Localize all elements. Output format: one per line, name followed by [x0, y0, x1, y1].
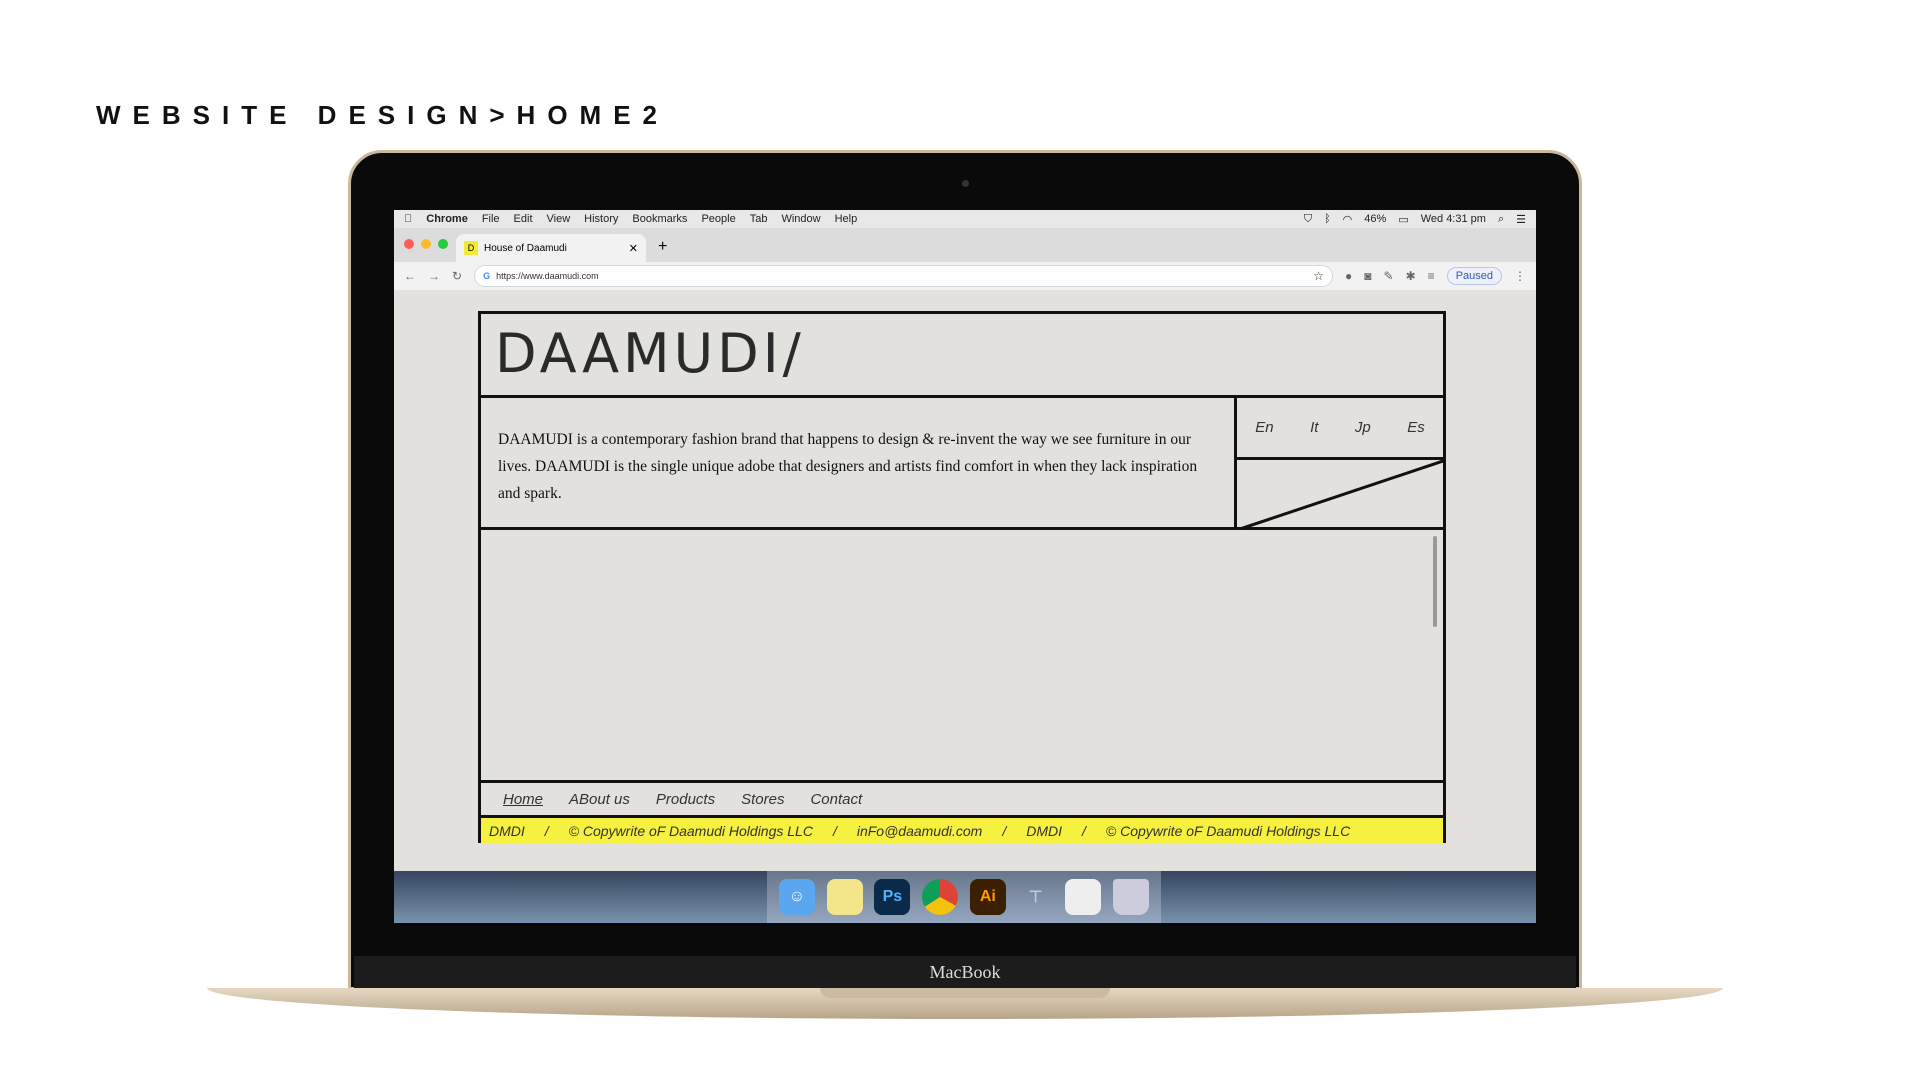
site-nav: Home ABout us Products Stores Contact [481, 783, 1443, 818]
close-tab-icon[interactable]: ✕ [629, 242, 638, 255]
url-text: https://www.daamudi.com [496, 271, 599, 281]
address-bar-row: ← → ↻ G https://www.daamudi.com ☆ ● ◙ ✎ … [394, 262, 1536, 290]
menu-tab[interactable]: Tab [750, 213, 768, 225]
reload-icon[interactable]: ↻ [452, 269, 462, 283]
footer-item: © Copywrite oF Daamudi Holdings LLC [1105, 822, 1351, 839]
shield-icon[interactable]: ⛉ [1304, 213, 1312, 226]
site-frame: DAAMUDI/ DAAMUDI is a contemporary fashi… [478, 311, 1446, 843]
battery-percent[interactable]: 46% [1364, 213, 1386, 226]
lang-en[interactable]: En [1255, 419, 1273, 436]
menu-history[interactable]: History [584, 213, 618, 225]
webpage: DAAMUDI/ DAAMUDI is a contemporary fashi… [394, 290, 1536, 871]
lang-es[interactable]: Es [1407, 419, 1425, 436]
favicon-icon: D [464, 241, 478, 255]
nav-stores[interactable]: Stores [741, 791, 784, 808]
bluetooth-icon[interactable]: ᛒ [1324, 213, 1331, 226]
brand-description: DAAMUDI is a contemporary fashion brand … [498, 431, 1198, 502]
bookmark-star-icon[interactable]: ☆ [1313, 269, 1324, 283]
footer-item: DMDI [489, 822, 525, 839]
apple-icon[interactable]:  [404, 213, 412, 225]
back-icon[interactable]: ← [404, 269, 416, 283]
menu-chrome[interactable]: Chrome [426, 213, 468, 225]
minimize-window-button[interactable] [421, 239, 431, 249]
nav-products[interactable]: Products [656, 791, 715, 808]
trash-icon[interactable] [1113, 879, 1150, 915]
menu-file[interactable]: File [482, 213, 500, 225]
menu-window[interactable]: Window [781, 213, 820, 225]
clock[interactable]: Wed 4:31 pm [1421, 213, 1486, 226]
puzzle-icon[interactable]: ✱ [1406, 269, 1416, 283]
menu-people[interactable]: People [701, 213, 735, 225]
chrome-icon[interactable] [922, 879, 959, 915]
camera [962, 180, 969, 187]
nav-about[interactable]: ABout us [569, 791, 630, 808]
footer-item: © Copywrite oF Daamudi Holdings LLC [568, 822, 813, 839]
photoshop-icon[interactable]: Ps [874, 879, 911, 915]
footer-item: DMDI [1026, 822, 1063, 839]
extension-icon[interactable]: ● [1345, 269, 1352, 283]
stickies-icon[interactable] [826, 879, 863, 915]
battery-icon: ▭ [1398, 213, 1409, 226]
nav-home[interactable]: Home [503, 791, 543, 808]
footer-separator: / [1002, 822, 1007, 839]
language-switcher: En It Jp Es [1237, 398, 1443, 460]
list-icon[interactable]: ☰ [1516, 213, 1526, 226]
maximize-window-button[interactable] [438, 239, 448, 249]
illustrator-icon[interactable]: Ai [969, 879, 1006, 915]
content-area [481, 530, 1443, 783]
wifi-icon[interactable]: ◠ [1343, 213, 1353, 226]
nav-contact[interactable]: Contact [810, 791, 862, 808]
tab-title: House of Daamudi [484, 242, 567, 254]
finder-icon[interactable]: ☺ [778, 879, 815, 915]
laptop-notch [820, 988, 1110, 998]
mac-menubar:  Chrome File Edit View History Bookmark… [394, 210, 1536, 228]
laptop-label: MacBook [354, 956, 1576, 988]
camera-icon[interactable]: ◙ [1364, 269, 1371, 283]
footer-ticker: DMDI / © Copywrite oF Daamudi Holdings L… [481, 818, 1443, 843]
diagonal-line-decoration [1237, 460, 1446, 530]
footer-separator: / [832, 822, 837, 839]
footer-email[interactable]: inFo@daamudi.com [857, 823, 983, 839]
menu-edit[interactable]: Edit [514, 213, 533, 225]
preview-icon[interactable] [1065, 879, 1102, 915]
spotlight-icon[interactable]: ⌕ [1498, 213, 1504, 226]
keynote-icon[interactable]: ⊤ [1018, 879, 1054, 915]
scrollbar[interactable] [1433, 536, 1437, 627]
site-logo[interactable]: DAAMUDI/ [481, 314, 1443, 398]
slide-title: WEBSITE DESIGN>HOME2 [96, 100, 669, 130]
menu-view[interactable]: View [547, 213, 571, 225]
url-input[interactable]: G https://www.daamudi.com ☆ [474, 265, 1334, 287]
screen:  Chrome File Edit View History Bookmark… [394, 210, 1536, 923]
media-icon[interactable]: ≡ [1428, 269, 1435, 283]
more-menu-icon[interactable]: ⋮ [1514, 269, 1526, 283]
browser-tab[interactable]: D House of Daamudi ✕ [456, 234, 646, 262]
footer-separator: / [1082, 822, 1086, 839]
close-window-button[interactable] [404, 239, 414, 249]
eyedropper-icon[interactable]: ✎ [1384, 269, 1394, 283]
menu-bookmarks[interactable]: Bookmarks [632, 213, 687, 225]
lang-jp[interactable]: Jp [1355, 419, 1371, 436]
lang-it[interactable]: It [1310, 419, 1318, 436]
new-tab-button[interactable]: + [646, 238, 679, 262]
forward-icon[interactable]: → [428, 269, 440, 283]
footer-separator: / [544, 822, 549, 839]
profile-button[interactable]: Paused [1446, 267, 1502, 285]
profile-status: Paused [1455, 270, 1493, 282]
dock: ☺ Ps Ai ⊤ [394, 871, 1536, 923]
google-icon: G [483, 271, 491, 281]
tab-bar: D House of Daamudi ✕ + [394, 228, 1536, 262]
menu-help[interactable]: Help [835, 213, 858, 225]
